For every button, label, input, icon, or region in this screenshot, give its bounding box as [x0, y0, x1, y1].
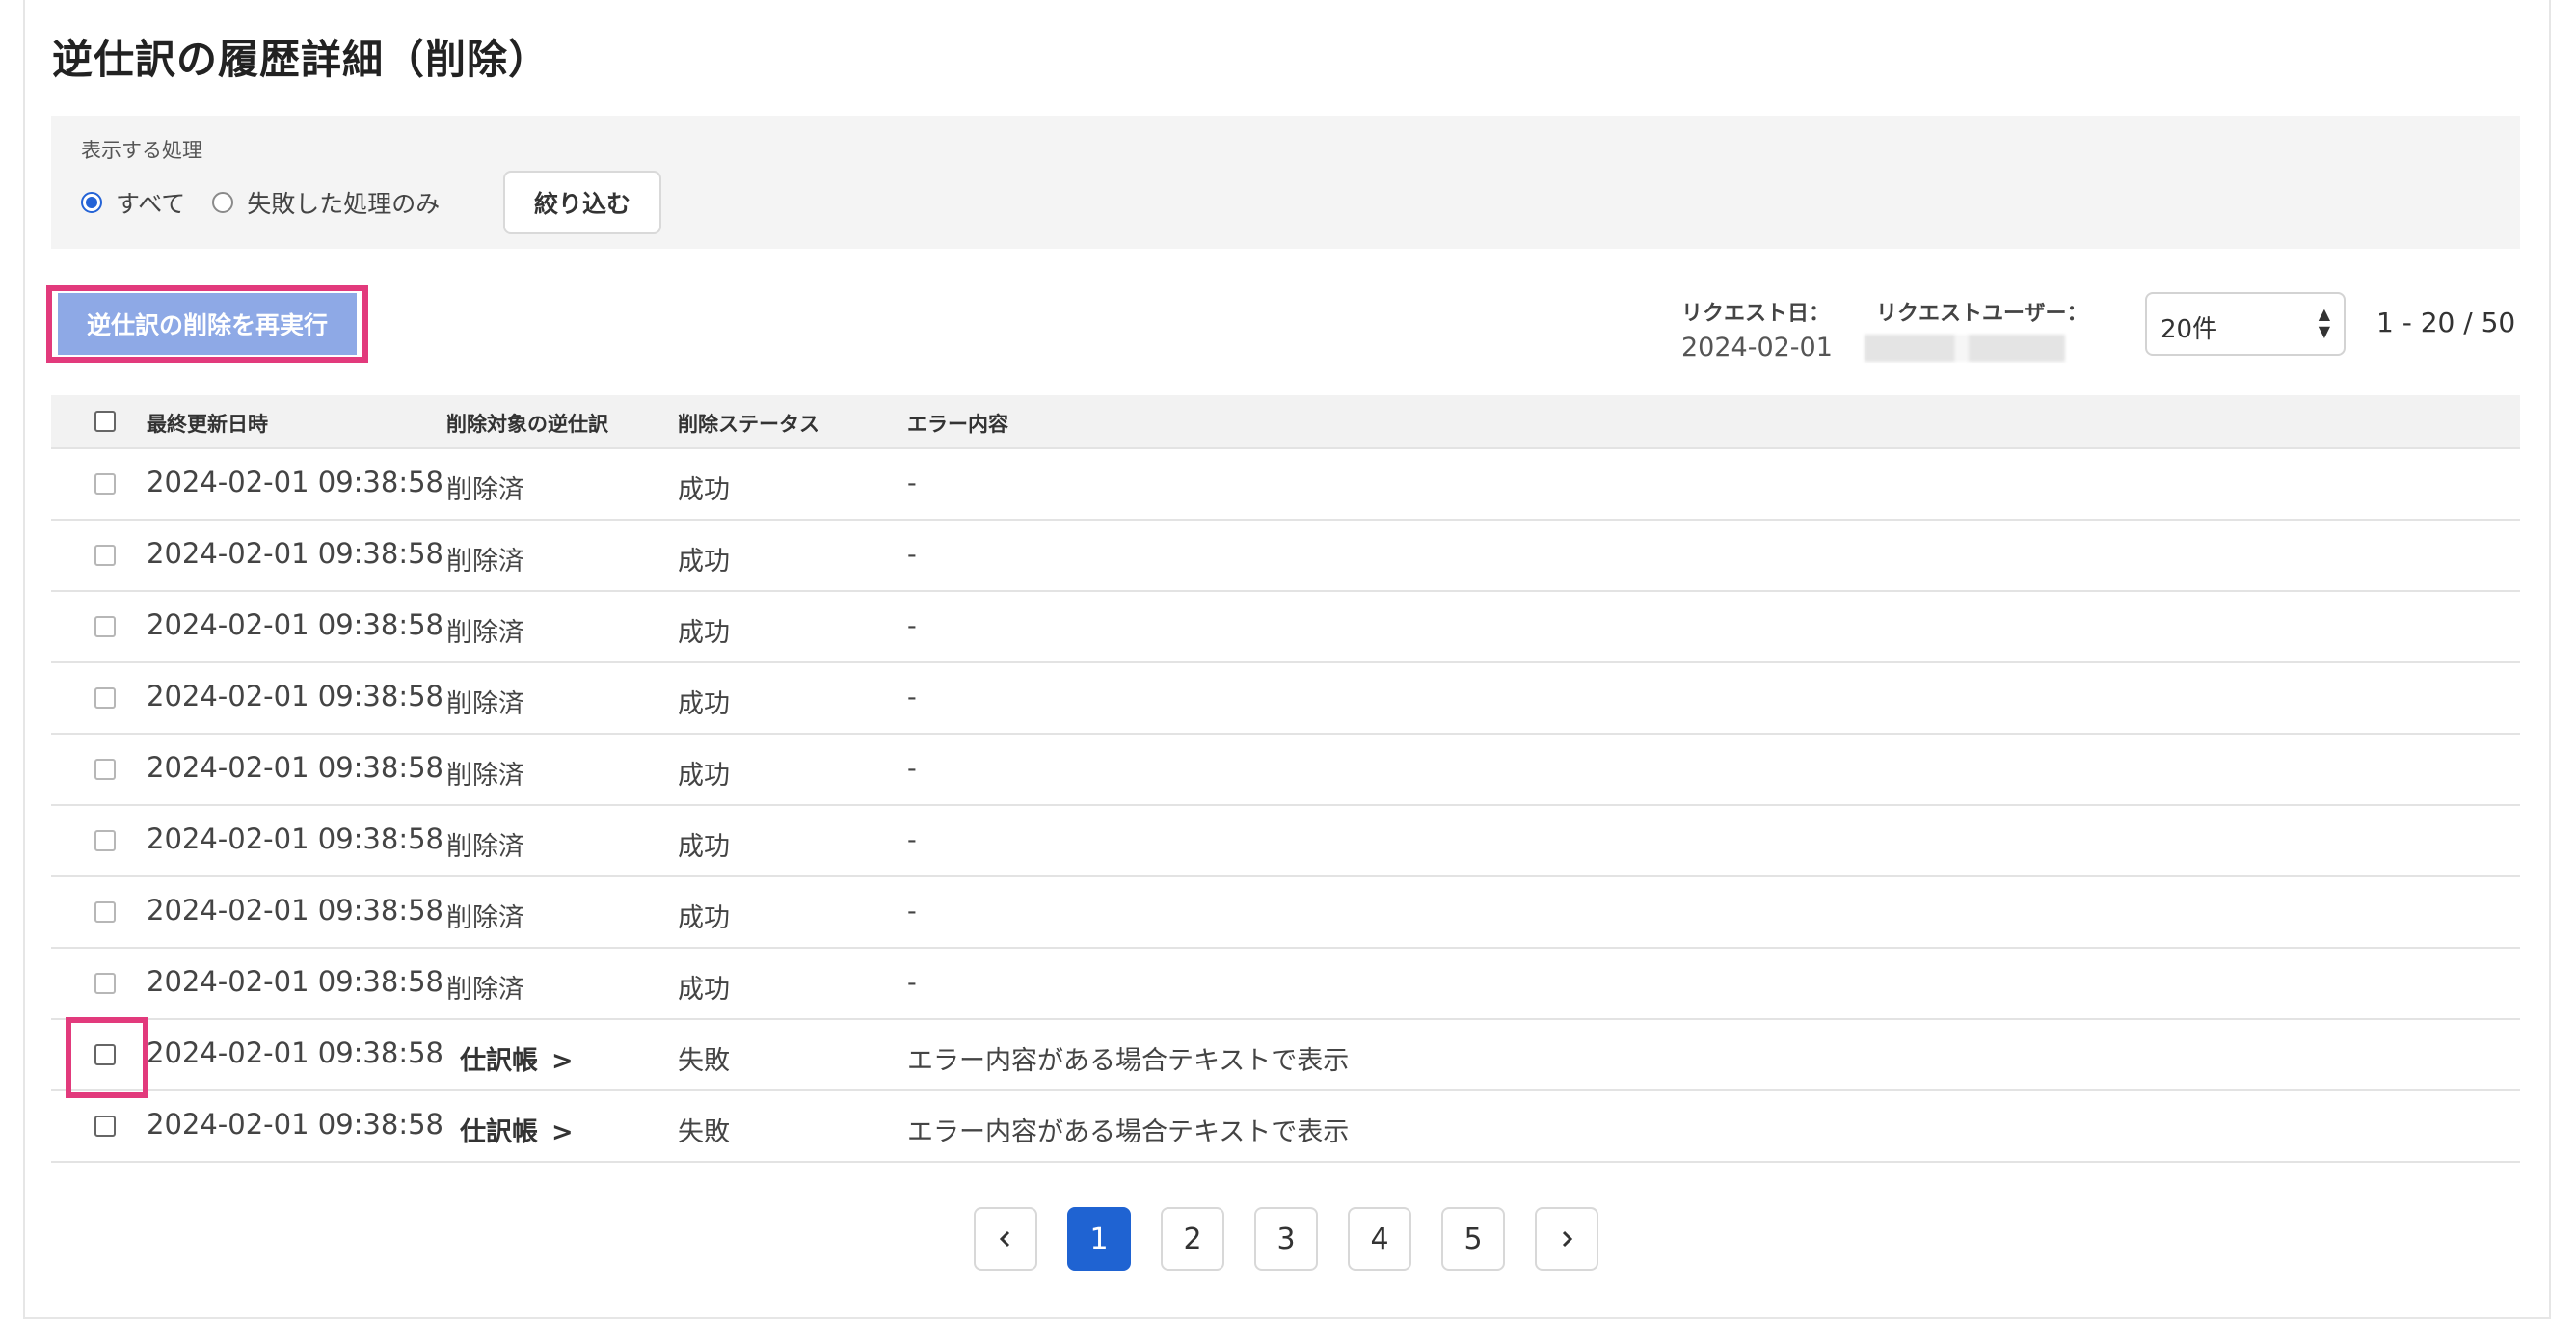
table-row: 2024-02-01 09:38:58 削除済 成功 -: [51, 804, 2520, 875]
page-button-1[interactable]: 1: [1067, 1207, 1131, 1271]
chevron-left-icon: [999, 1230, 1010, 1248]
row-target: 削除済: [446, 975, 524, 1005]
row-target: 削除済: [446, 618, 524, 648]
row-checkbox[interactable]: [94, 1116, 116, 1137]
row-status: 成功: [678, 975, 730, 1005]
row-error: -: [907, 754, 917, 784]
page-button-2[interactable]: 2: [1161, 1207, 1224, 1271]
filter-panel: 表示する処理 すべて 失敗した処理のみ 絞り込む: [51, 116, 2520, 249]
table-header: 最終更新日時 削除対象の逆仕訳 削除ステータス エラー内容: [51, 395, 2520, 447]
row-date: 2024-02-01 09:38:58: [147, 680, 443, 712]
journal-link-label: 仕訳帳: [460, 1046, 538, 1076]
row-status: 失敗: [678, 1046, 730, 1076]
header-error: エラー内容: [907, 413, 1008, 436]
request-user-masked-value: [1865, 335, 2065, 362]
pagination-range: 1 - 20 / 50: [2376, 307, 2516, 338]
row-date: 2024-02-01 09:38:58: [147, 965, 443, 998]
radio-all[interactable]: [81, 192, 102, 213]
row-error: -: [907, 540, 917, 570]
next-page-button[interactable]: [1535, 1207, 1598, 1271]
row-target: 削除済: [446, 547, 524, 577]
row-target: 削除済: [446, 903, 524, 933]
chevron-right-icon: >: [551, 1046, 574, 1076]
table-row: 2024-02-01 09:38:58 削除済 成功 -: [51, 447, 2520, 519]
table-row: 2024-02-01 09:38:58 削除済 成功 -: [51, 590, 2520, 661]
row-error: エラー内容がある場合テキストで表示: [907, 1117, 1350, 1147]
row-error: -: [907, 611, 917, 641]
row-error: -: [907, 825, 917, 855]
row-checkbox[interactable]: [94, 616, 116, 637]
row-target: 削除済: [446, 761, 524, 791]
row-error: -: [907, 897, 917, 927]
table-row: 2024-02-01 09:38:58 削除済 成功 -: [51, 875, 2520, 947]
row-date: 2024-02-01 09:38:58: [147, 751, 443, 784]
row-checkbox[interactable]: [94, 973, 116, 994]
row-checkbox[interactable]: [94, 545, 116, 566]
radio-failed-only[interactable]: [212, 192, 234, 213]
row-date: 2024-02-01 09:38:58: [147, 894, 443, 927]
row-date: 2024-02-01 09:38:58: [147, 608, 443, 641]
journal-link[interactable]: 仕訳帳 >: [460, 1111, 574, 1148]
table-row: 2024-02-01 09:38:58 仕訳帳 > 失敗 エラー内容がある場合テキストで…: [51, 1089, 2520, 1163]
row-status: 成功: [678, 903, 730, 933]
row-status: 失敗: [678, 1117, 730, 1147]
select-all-checkbox[interactable]: [94, 411, 116, 432]
request-date-label: リクエスト日：: [1681, 302, 1831, 326]
row-error: -: [907, 469, 917, 498]
row-status: 成功: [678, 832, 730, 862]
journal-link[interactable]: 仕訳帳 >: [460, 1039, 574, 1077]
page-button-4[interactable]: 4: [1348, 1207, 1411, 1271]
request-user-label: リクエストユーザー：: [1876, 302, 2088, 326]
row-date: 2024-02-01 09:38:58: [147, 537, 443, 570]
row-status: 成功: [678, 761, 730, 791]
row-date: 2024-02-01 09:38:58: [147, 466, 443, 498]
filter-radio-group: すべて 失敗した処理のみ: [81, 185, 467, 220]
row-target: 削除済: [446, 832, 524, 862]
row-checkbox[interactable]: [94, 473, 116, 495]
row-checkbox[interactable]: [94, 687, 116, 709]
table-row: 2024-02-01 09:38:58 削除済 成功 -: [51, 519, 2520, 590]
table-row: 2024-02-01 09:38:58 削除済 成功 -: [51, 661, 2520, 733]
row-status: 成功: [678, 475, 730, 505]
row-target: 削除済: [446, 689, 524, 719]
row-date: 2024-02-01 09:38:58: [147, 1108, 443, 1141]
row-error: -: [907, 683, 917, 712]
row-checkbox[interactable]: [94, 901, 116, 923]
row-error: -: [907, 968, 917, 998]
table-row: 2024-02-01 09:38:58 削除済 成功 -: [51, 733, 2520, 804]
highlight-row-checkbox: [66, 1017, 148, 1098]
request-date-value: 2024-02-01: [1681, 333, 1833, 363]
row-checkbox[interactable]: [94, 830, 116, 851]
header-status: 削除ステータス: [678, 413, 819, 436]
row-checkbox[interactable]: [94, 759, 116, 780]
page-title: 逆仕訳の履歴詳細（削除）: [52, 36, 550, 83]
select-arrows-icon: ▲ ▼: [2318, 305, 2330, 340]
row-error: エラー内容がある場合テキストで表示: [907, 1046, 1350, 1076]
filter-button[interactable]: 絞り込む: [503, 171, 661, 234]
journal-link-label: 仕訳帳: [460, 1117, 538, 1147]
page-button-5[interactable]: 5: [1441, 1207, 1505, 1271]
table-row: 2024-02-01 09:38:58 削除済 成功 -: [51, 947, 2520, 1018]
row-date: 2024-02-01 09:38:58: [147, 1036, 443, 1069]
radio-all-label[interactable]: すべて: [116, 185, 185, 220]
header-updated-at: 最終更新日時: [147, 413, 268, 436]
history-table: 最終更新日時 削除対象の逆仕訳 削除ステータス エラー内容 2024-02-01…: [51, 395, 2520, 1163]
rerun-delete-button[interactable]: 逆仕訳の削除を再実行: [58, 293, 357, 355]
chevron-right-icon: >: [551, 1117, 574, 1147]
per-page-select[interactable]: 20件 ▲ ▼: [2145, 292, 2346, 356]
radio-failed-only-label[interactable]: 失敗した処理のみ: [247, 185, 440, 220]
row-status: 成功: [678, 547, 730, 577]
row-status: 成功: [678, 618, 730, 648]
chevron-right-icon: [1562, 1230, 1573, 1248]
row-date: 2024-02-01 09:38:58: [147, 822, 443, 855]
prev-page-button[interactable]: [974, 1207, 1037, 1271]
table-row: 2024-02-01 09:38:58 仕訳帳 > 失敗 エラー内容がある場合テキストで…: [51, 1018, 2520, 1089]
page-button-3[interactable]: 3: [1254, 1207, 1318, 1271]
header-target: 削除対象の逆仕訳: [446, 413, 608, 436]
filter-label: 表示する処理: [81, 139, 202, 162]
per-page-value: 20件: [2160, 315, 2218, 344]
row-target: 削除済: [446, 475, 524, 505]
row-status: 成功: [678, 689, 730, 719]
